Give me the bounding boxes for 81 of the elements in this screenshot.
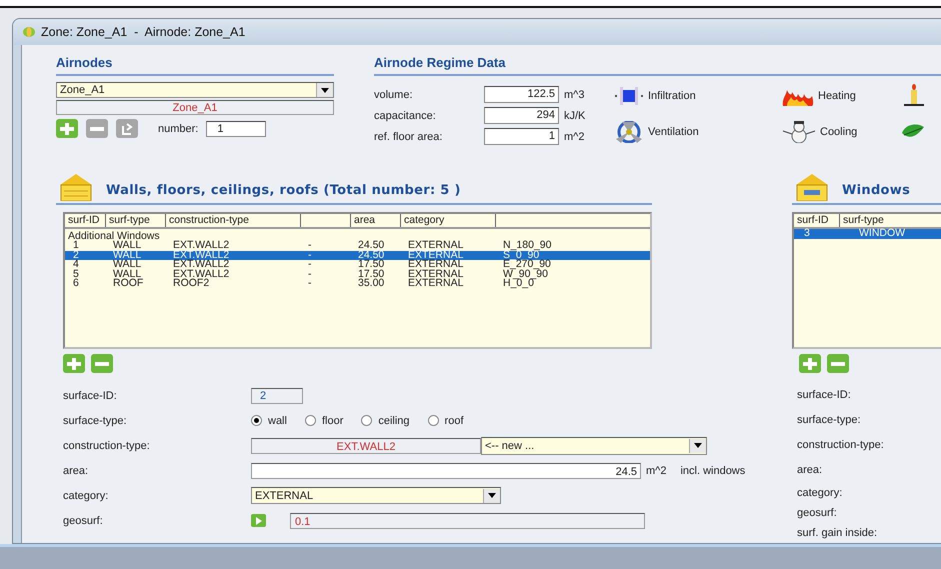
remove-button[interactable] [91, 354, 113, 373]
globe-icon [23, 27, 35, 37]
radio-label[interactable]: roof [444, 414, 464, 426]
group-label: Additional Windows [67, 229, 161, 241]
field-label: surface-type: [797, 413, 862, 428]
airnode-dropdown[interactable]: Zone_A1 [56, 82, 334, 98]
table-row[interactable]: 6 ROOF ROOF2 - 35.00 EXTERNAL H_0_0 [65, 279, 650, 288]
number-label: number: [158, 122, 198, 134]
field-label: area: [797, 463, 824, 478]
regime-label[interactable]: Infiltration [648, 90, 696, 102]
fan-icon[interactable] [614, 121, 644, 144]
value-field[interactable]: 294 [484, 107, 559, 124]
field-label: volume: [374, 88, 414, 100]
field-label: area: [63, 464, 90, 476]
construction-dropdown[interactable]: <-- new ... [481, 436, 707, 454]
radio-button[interactable] [251, 415, 262, 426]
radio-label[interactable]: floor [322, 414, 344, 426]
radio-label[interactable]: ceiling [378, 414, 410, 426]
unit-label: kJ/K [564, 110, 586, 122]
surface-id-field: 2 [251, 388, 303, 404]
column-header[interactable]: area [350, 214, 400, 227]
regime-label[interactable]: Cooling [820, 126, 858, 138]
note-text: incl. windows [680, 464, 746, 476]
field-label: capacitance: [374, 110, 437, 122]
column-header[interactable]: surf-ID [65, 214, 105, 227]
play-button[interactable] [251, 514, 266, 527]
field-label: category: [63, 490, 110, 502]
radio-label[interactable]: wall [268, 414, 287, 426]
section-heading: Windows [842, 183, 910, 200]
field-label: construction-type: [797, 438, 885, 453]
radio-button[interactable] [304, 415, 316, 426]
airnode-name-field: Zone_A1 [56, 100, 334, 115]
field-label: surface-ID: [797, 388, 852, 403]
value-field[interactable]: 122.5 [484, 86, 559, 103]
plus-icon [67, 358, 81, 370]
section-heading: Airnode Regime Data [374, 55, 941, 76]
section-heading: Walls, floors, ceilings, roofs (Total number: 5 ) [106, 183, 461, 200]
geosurf-field[interactable]: 0.1 [290, 512, 645, 528]
table-row[interactable]: 2 WALL EXT.WALL2 - 24.50 EXTERNAL S_0_90 [65, 250, 650, 260]
field-label: surface-type: [63, 414, 128, 426]
radio-button[interactable] [361, 415, 372, 426]
add-button[interactable] [799, 354, 821, 373]
snowman-icon[interactable] [782, 121, 816, 144]
unit-label: m^2 [564, 130, 584, 142]
field-label: geosurf: [797, 506, 838, 521]
area-field[interactable]: 24.5 [251, 462, 641, 478]
arrow-icon [120, 122, 134, 134]
field-label: construction-type: [63, 440, 151, 452]
field-label: surf. gain inside: [797, 526, 878, 541]
column-header[interactable]: category [400, 214, 495, 227]
unit-label: m^3 [564, 88, 584, 100]
field-label: surface-ID: [63, 390, 118, 402]
category-dropdown[interactable]: EXTERNAL [251, 487, 501, 504]
field-label: geosurf: [63, 514, 104, 526]
regime-label[interactable]: Heating [818, 90, 856, 102]
plus-icon [803, 358, 817, 370]
plus-icon [60, 122, 74, 134]
value-field[interactable]: 1 [484, 128, 559, 145]
column-header[interactable]: construction-type [165, 214, 300, 227]
add-button[interactable] [56, 119, 78, 138]
play-icon [256, 516, 262, 524]
number-field[interactable]: 1 [206, 120, 266, 136]
candle-icon[interactable] [902, 84, 926, 108]
construction-field: EXT.WALL2 [251, 438, 481, 454]
add-button[interactable] [63, 354, 85, 373]
section-heading: Airnodes [56, 55, 334, 76]
radio-button[interactable] [428, 415, 439, 426]
field-label: category: [797, 486, 844, 501]
column-header[interactable]: surf-type [839, 214, 929, 227]
table-row[interactable]: 5 WALL EXT.WALL2 - 17.50 EXTERNAL W_90_90 [65, 270, 650, 279]
regime-label[interactable]: Ventilation [648, 126, 699, 138]
unit-label: m^2 [646, 464, 666, 476]
table-row[interactable]: 3 WINDOW [794, 229, 941, 238]
column-header[interactable]: surf-ID [794, 214, 839, 227]
window-icon[interactable] [614, 86, 644, 105]
table-row[interactable]: 1 WALL EXT.WALL2 - 24.50 EXTERNAL N_180_90 [65, 241, 650, 250]
table-row[interactable]: 4 WALL EXT.WALL2 - 17.50 EXTERNAL E_270_90 [65, 260, 650, 270]
remove-button[interactable] [827, 354, 849, 373]
window-title: Zone: Zone_A1 - Airnode: Zone_A1 [41, 25, 246, 39]
column-header[interactable]: surf-type [105, 214, 165, 227]
field-label: ref. floor area: [374, 130, 444, 142]
